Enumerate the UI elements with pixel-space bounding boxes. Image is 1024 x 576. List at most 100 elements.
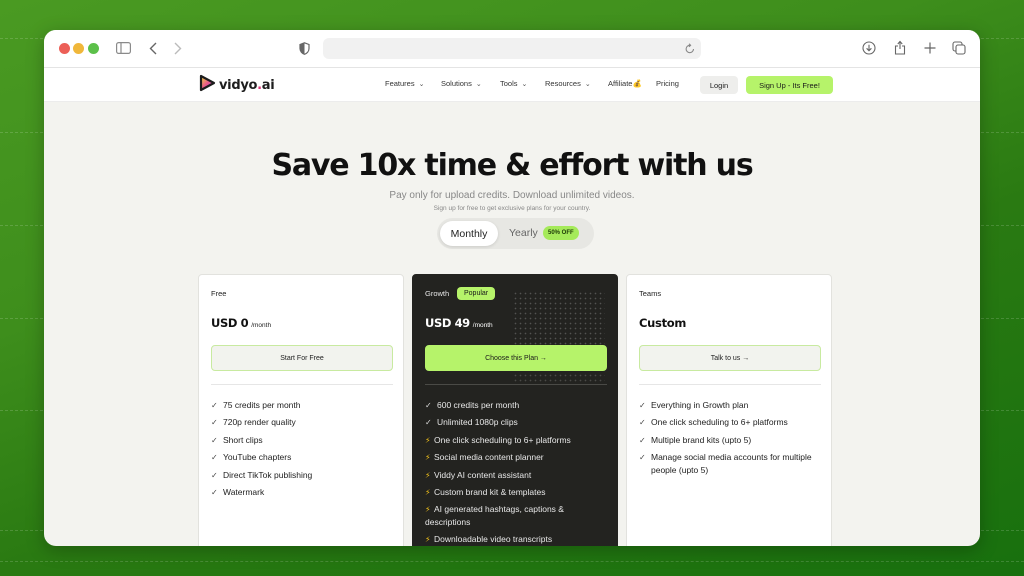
divider	[639, 384, 821, 385]
lightning-icon: ⚡	[425, 505, 431, 515]
reload-icon[interactable]	[684, 42, 696, 54]
plan-card-free: Free USD 0 /month Start For Free ✓ 75 cre…	[198, 274, 404, 546]
privacy-shield-icon[interactable]	[298, 41, 310, 55]
download-icon[interactable]	[862, 41, 876, 55]
feature-list: ✓ 600 credits per month ✓ Unlimited 1080p …	[425, 397, 610, 546]
background-dash-line	[0, 561, 1024, 562]
feature-list: ✓ Everything in Growth plan ✓ One click sc…	[639, 397, 824, 479]
plan-name: Teams	[639, 289, 662, 298]
vidyo-logo[interactable]: vidyo.ai	[198, 74, 275, 97]
divider	[211, 384, 393, 385]
feature-item: ✓ Watermark	[211, 484, 396, 501]
feature-item: ✓ Direct TikTok publishing	[211, 467, 396, 484]
nav-tools[interactable]: Tools ⌄	[500, 79, 527, 88]
feature-item: ✓ Unlimited 1080p clips	[425, 414, 610, 431]
forward-icon[interactable]	[172, 41, 184, 55]
check-icon: ✓	[639, 401, 646, 410]
check-icon: ✓	[639, 418, 646, 428]
new-tab-icon[interactable]	[923, 41, 937, 55]
discount-badge: 50% OFF	[543, 226, 579, 240]
logo-wordmark: vidyo.ai	[219, 78, 275, 93]
feature-item: ✓ One click scheduling to 6+ platforms	[639, 414, 824, 431]
chevron-down-icon: ⌄	[521, 80, 528, 88]
plan-price: Custom	[639, 316, 686, 330]
feature-item: ✓ 75 credits per month	[211, 397, 396, 414]
check-icon: ✓	[211, 435, 218, 445]
feature-item: ⚡ Social media content planner	[425, 449, 610, 466]
minimize-window-button[interactable]	[73, 43, 84, 54]
check-icon: ✓	[639, 435, 646, 445]
check-icon: ✓	[211, 488, 218, 498]
check-icon: ✓	[425, 401, 432, 410]
country-note: Sign up for free to get exclusive plans …	[433, 205, 591, 212]
login-button[interactable]: Login	[700, 76, 738, 94]
tab-overview-icon[interactable]	[952, 41, 966, 55]
feature-list: ✓ 75 credits per month ✓ 720p render quali…	[211, 397, 396, 501]
share-icon[interactable]	[893, 39, 907, 55]
chevron-down-icon: ⌄	[475, 80, 482, 88]
plan-name: Growth	[425, 289, 450, 298]
check-icon: ✓	[211, 453, 218, 463]
popular-badge: Popular	[457, 287, 496, 300]
choose-plan-button[interactable]: Choose this Plan →	[425, 345, 607, 371]
billing-toggle: Monthly Yearly 50% OFF	[437, 218, 594, 249]
plan-card-teams: Teams Custom Talk to us → ✓ Everything in…	[626, 274, 832, 546]
plan-card-growth: Growth Popular USD 49 /month Choose this…	[412, 274, 618, 546]
back-icon[interactable]	[147, 41, 159, 55]
feature-item: ✓ 600 credits per month	[425, 397, 610, 414]
chevron-down-icon: ⌄	[418, 80, 425, 88]
price-amount: Custom	[639, 316, 687, 330]
start-free-button[interactable]: Start For Free	[211, 345, 393, 371]
divider	[425, 384, 607, 385]
browser-window: vidyo.ai Features ⌄ Solutions ⌄ Tools ⌄ Res…	[44, 30, 980, 546]
feature-item: ⚡ Viddy AI content assistant	[425, 467, 610, 484]
lightning-icon: ⚡	[425, 435, 431, 445]
check-icon: ✓	[211, 418, 218, 428]
feature-item: ✓ YouTube chapters	[211, 449, 396, 466]
feature-item: ✓ Multiple brand kits (upto 5)	[639, 432, 824, 449]
nav-pricing[interactable]: Pricing	[656, 79, 679, 88]
nav-affiliate[interactable]: Affiliate💰	[608, 79, 642, 88]
sidebar-icon[interactable]	[115, 41, 131, 55]
lightning-icon: ⚡	[425, 453, 431, 463]
page-subtitle: Pay only for upload credits. Download un…	[389, 190, 635, 201]
price-amount: USD 0	[211, 316, 249, 330]
chevron-down-icon: ⌄	[584, 80, 591, 88]
feature-item: ✓ 720p render quality	[211, 414, 396, 431]
nav-resources[interactable]: Resources ⌄	[545, 79, 591, 88]
check-icon: ✓	[211, 401, 218, 410]
nav-solutions[interactable]: Solutions ⌄	[441, 79, 482, 88]
zoom-window-button[interactable]	[88, 43, 99, 54]
feature-item: ✓ Everything in Growth plan	[639, 397, 824, 414]
play-logo-icon	[198, 74, 216, 97]
check-icon: ✓	[211, 470, 218, 480]
close-window-button[interactable]	[59, 43, 70, 54]
feature-item: ⚡ One click scheduling to 6+ platforms	[425, 432, 610, 449]
monthly-option[interactable]: Monthly	[440, 221, 498, 246]
browser-toolbar	[44, 30, 980, 68]
feature-item: ⚡ AI generated hashtags, captions & descr…	[425, 504, 564, 528]
page-title: Save 10x time & effort with us	[271, 148, 753, 183]
check-icon: ✓	[639, 453, 646, 463]
plan-name: Free	[211, 289, 227, 298]
feature-item: ⚡ Custom brand kit & templates	[425, 484, 610, 501]
yearly-option[interactable]: Yearly	[509, 227, 538, 239]
price-amount: USD 49	[425, 316, 470, 330]
nav-features[interactable]: Features ⌄	[385, 79, 424, 88]
plan-price: USD 0 /month	[211, 316, 271, 330]
address-bar[interactable]	[323, 38, 701, 59]
talk-to-us-button[interactable]: Talk to us →	[639, 345, 821, 371]
feature-item: ⚡ Downloadable video transcripts	[425, 531, 610, 546]
feature-item: ✓ Manage social media accounts for multip…	[639, 452, 812, 476]
price-period: /month	[251, 322, 272, 329]
lightning-icon: ⚡	[425, 470, 431, 480]
feature-item: ✓ Short clips	[211, 432, 396, 449]
site-header: vidyo.ai Features ⌄ Solutions ⌄ Tools ⌄ Res…	[44, 68, 980, 102]
dot-pattern	[513, 291, 605, 351]
check-icon: ✓	[425, 418, 432, 428]
price-period: /month	[472, 322, 493, 329]
signup-button[interactable]: Sign Up - Its Free!	[746, 76, 833, 94]
lightning-icon: ⚡	[425, 535, 431, 545]
lightning-icon: ⚡	[425, 488, 431, 498]
plan-price: USD 49 /month	[425, 316, 493, 330]
